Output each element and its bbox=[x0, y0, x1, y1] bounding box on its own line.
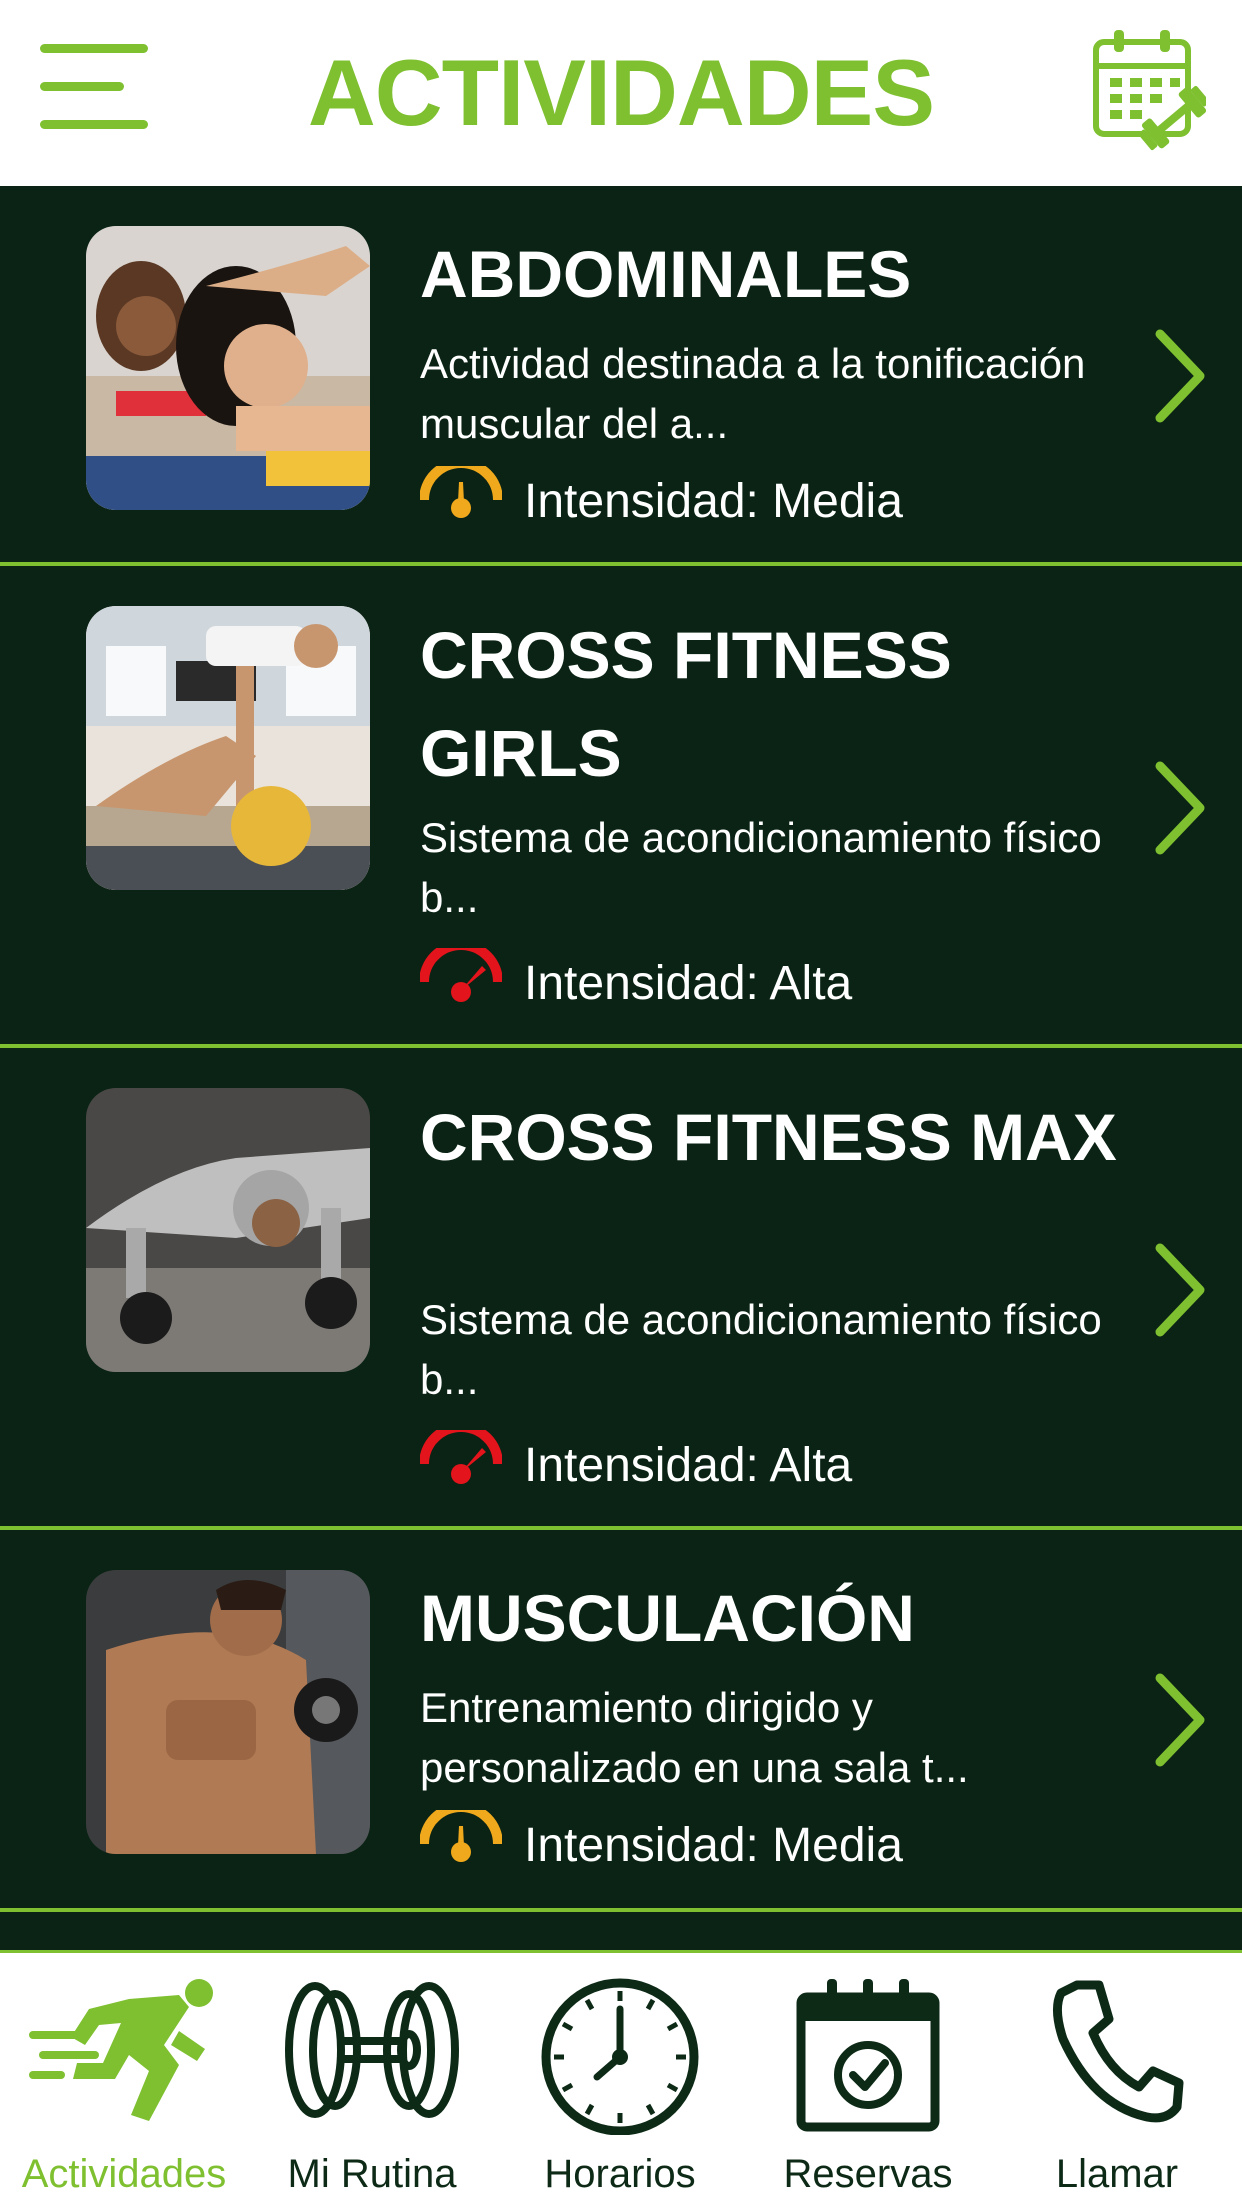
nav-label: Actividades bbox=[21, 2152, 227, 2196]
activity-intensity: Intensidad: Media bbox=[420, 1810, 1120, 1880]
nav-llamar[interactable]: Llamar bbox=[992, 1953, 1242, 2211]
activity-image-cross-fitness-max bbox=[86, 1088, 370, 1372]
activity-item-musculacion[interactable]: MUSCULACIÓN Entrenamiento dirigido y per… bbox=[0, 1530, 1242, 1912]
nav-label: Mi Rutina bbox=[287, 2152, 457, 2196]
chevron-right-icon bbox=[1155, 761, 1205, 855]
activity-item-cross-fitness-girls[interactable]: CROSS FITNESS GIRLS Sistema de acondicio… bbox=[0, 566, 1242, 1048]
nav-actividades[interactable]: Actividades bbox=[0, 1953, 248, 2211]
intensity-gauge-high-icon bbox=[420, 948, 502, 1002]
activity-title: CROSS FITNESS MAX bbox=[420, 1100, 1117, 1174]
activity-title: ABDOMINALES bbox=[420, 237, 912, 311]
activity-image-cross-fitness-girls bbox=[86, 606, 370, 890]
nav-label: Reservas bbox=[783, 2152, 953, 2196]
activity-intensity: Intensidad: Alta bbox=[420, 1430, 1120, 1500]
nav-reservas[interactable]: Reservas bbox=[744, 1953, 992, 2211]
activity-list: ABDOMINALES Actividad destinada a la ton… bbox=[0, 186, 1242, 1950]
bottom-navigation: Actividades Mi Rutina Horarios Reservas … bbox=[0, 1950, 1242, 2208]
activity-description: Entrenamiento dirigido y personalizado e… bbox=[420, 1684, 969, 1791]
activity-title: MUSCULACIÓN bbox=[420, 1581, 915, 1655]
activity-item-cross-fitness-max[interactable]: CROSS FITNESS MAX Sistema de acondiciona… bbox=[0, 1048, 1242, 1530]
phone-icon bbox=[1053, 1980, 1184, 2123]
nav-horarios[interactable]: Horarios bbox=[496, 1953, 744, 2211]
intensity-label: Intensidad: Alta bbox=[524, 957, 853, 1010]
activity-description: Sistema de acondicionamiento físico b... bbox=[420, 1296, 1102, 1403]
clock-icon bbox=[541, 1978, 699, 2135]
activity-image-musculacion bbox=[86, 1570, 370, 1854]
hamburger-menu-icon[interactable] bbox=[34, 36, 150, 136]
running-person-icon bbox=[29, 1979, 213, 2121]
activity-intensity: Intensidad: Alta bbox=[420, 948, 1120, 1018]
chevron-right-icon bbox=[1155, 1673, 1205, 1767]
intensity-label: Intensidad: Media bbox=[524, 1819, 903, 1872]
calendar-dumbbell-icon[interactable] bbox=[1090, 28, 1210, 152]
app-header: ACTIVIDADES bbox=[0, 0, 1242, 186]
activity-image-abdominales bbox=[86, 226, 370, 510]
nav-label: Llamar bbox=[1055, 2152, 1179, 2196]
intensity-gauge-medium-icon bbox=[420, 1810, 502, 1862]
activity-description: Sistema de acondicionamiento físico b... bbox=[420, 814, 1102, 921]
activity-title: CROSS FITNESS GIRLS bbox=[420, 618, 952, 790]
activity-description: Actividad destinada a la tonificación mu… bbox=[420, 340, 1086, 447]
nav-label: Horarios bbox=[544, 2152, 696, 2196]
calendar-check-icon bbox=[796, 1979, 940, 2132]
page-title: ACTIVIDADES bbox=[307, 40, 935, 145]
intensity-label: Intensidad: Media bbox=[524, 475, 903, 528]
intensity-gauge-medium-icon bbox=[420, 466, 502, 518]
nav-mi-rutina[interactable]: Mi Rutina bbox=[248, 1953, 496, 2211]
activity-intensity: Intensidad: Media bbox=[420, 466, 1120, 536]
weight-plates-icon bbox=[285, 1982, 459, 2118]
intensity-gauge-high-icon bbox=[420, 1430, 502, 1484]
activity-item-abdominales[interactable]: ABDOMINALES Actividad destinada a la ton… bbox=[0, 186, 1242, 566]
chevron-right-icon bbox=[1155, 1243, 1205, 1337]
intensity-label: Intensidad: Alta bbox=[524, 1439, 853, 1492]
chevron-right-icon bbox=[1155, 329, 1205, 423]
